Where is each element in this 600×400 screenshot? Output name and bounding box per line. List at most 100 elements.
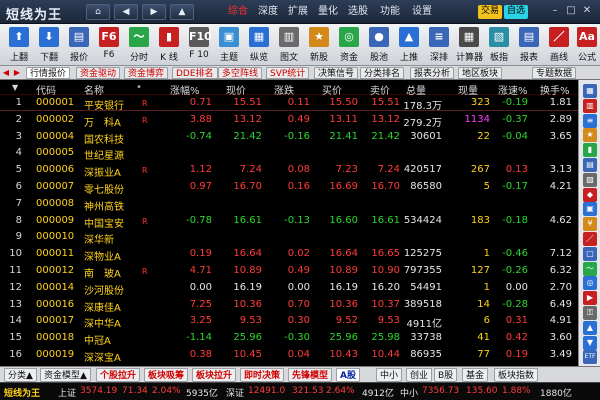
- toolbar-f6-button[interactable]: F6 F6: [96, 25, 122, 65]
- bottom-tab-5[interactable]: 即时决策: [240, 368, 285, 382]
- toolbar-calculator-button[interactable]: ▦ 计算器: [456, 25, 483, 65]
- bottom-tab-3[interactable]: 板块吸筹: [144, 368, 189, 382]
- bottom-tab-10[interactable]: B股: [434, 368, 458, 382]
- box-icon[interactable]: ▢: [583, 246, 597, 261]
- sz-label[interactable]: 深证: [226, 386, 244, 399]
- table-row[interactable]: 6 000007 零七股份 0.97 16.70 0.16 16.69 16.70 86580 5…: [0, 180, 578, 196]
- toolbar-report-button[interactable]: ▤ 报表: [516, 25, 542, 65]
- zx-label[interactable]: 中小: [400, 386, 418, 399]
- exit-icon[interactable]: ETF: [583, 350, 597, 365]
- bar-icon[interactable]: ▮: [583, 143, 597, 158]
- key-icon[interactable]: ⚿: [583, 306, 597, 320]
- column-header-10[interactable]: 涨速%: [498, 82, 528, 97]
- column-header-1[interactable]: 名称: [84, 82, 104, 97]
- table-row[interactable]: 5 000006 深振业A R 1.12 7.24 0.08 7.23 7.24 420517 26…: [0, 163, 578, 179]
- money-icon[interactable]: ¥: [583, 217, 597, 232]
- menu-item-6[interactable]: 设置: [412, 5, 432, 19]
- bottom-tab-1[interactable]: 资金模型▲: [40, 368, 91, 382]
- doc-icon[interactable]: ▧: [583, 172, 597, 187]
- calendar-icon[interactable]: ▣: [583, 202, 597, 217]
- bottom-tab-9[interactable]: 创业: [406, 368, 433, 382]
- toolbar-down-arrow-button[interactable]: ⬇ 下翻: [36, 25, 62, 65]
- toolbar-pool-button[interactable]: ● 股池: [366, 25, 392, 65]
- tab-8[interactable]: 报表分析: [410, 67, 455, 79]
- flag-icon[interactable]: ▶: [583, 291, 597, 306]
- tab-scroll-left-icon[interactable]: ◀: [1, 67, 11, 79]
- back-icon[interactable]: ◀: [114, 4, 138, 20]
- toolbar-formula-button[interactable]: Aa 公式: [574, 25, 600, 65]
- table-row[interactable]: 11 000012 南 玻A R 4.71 10.89 0.49 10.89 10.90 7973…: [0, 264, 578, 280]
- bottom-tab-7[interactable]: A股: [336, 368, 360, 382]
- toolbar-kline-button[interactable]: ▮ K 线: [156, 25, 182, 65]
- tab-9[interactable]: 地区板块: [458, 67, 503, 79]
- tag-icon[interactable]: ◆: [583, 187, 597, 202]
- trade-badge[interactable]: 交易: [478, 5, 503, 19]
- menu-item-4[interactable]: 选股: [348, 5, 368, 19]
- tab-5[interactable]: SVP统计: [266, 67, 310, 79]
- menu-item-2[interactable]: 扩展: [288, 5, 308, 19]
- table-row[interactable]: 10 000011 深物业A 0.19 16.64 0.02 16.64 16.65 12527…: [0, 247, 578, 263]
- column-header-3[interactable]: 涨幅%: [170, 82, 200, 97]
- column-header-11[interactable]: 换手%: [540, 82, 570, 97]
- column-header-4[interactable]: 现价: [226, 82, 246, 97]
- watchlist-badge[interactable]: 自选: [504, 5, 529, 19]
- tab-10[interactable]: 专题数据: [532, 67, 577, 79]
- toolbar-fund-button[interactable]: ◎ 资金: [336, 25, 362, 65]
- chart-icon[interactable]: ▥: [583, 98, 597, 113]
- menu-item-5[interactable]: 功能: [380, 5, 400, 19]
- table-row[interactable]: 2 000002 万 科A R 3.88 13.12 0.49 13.11 13.12 279.2…: [0, 113, 578, 129]
- table-row[interactable]: 13 000016 深康佳A 7.25 10.36 0.70 10.36 10.37 38951…: [0, 298, 578, 314]
- tab-3[interactable]: DDE排名: [172, 67, 218, 79]
- table-row[interactable]: 15 000018 中冠A -1.14 25.96 -0.30 25.96 25.98 3373…: [0, 331, 578, 347]
- tab-4[interactable]: 多空阵线: [218, 67, 263, 79]
- bottom-tab-6[interactable]: 先锋模型: [288, 368, 333, 382]
- bottom-tab-12[interactable]: 板块指数: [494, 368, 539, 382]
- table-row[interactable]: 9 000010 深华新: [0, 230, 578, 246]
- pen-icon[interactable]: ／: [583, 232, 597, 246]
- star-icon[interactable]: ★: [583, 128, 597, 143]
- home-icon[interactable]: ⌂: [86, 4, 110, 20]
- list-icon[interactable]: ≡: [583, 113, 597, 128]
- tab-1[interactable]: 资金驱动: [76, 67, 121, 79]
- table-row[interactable]: 7 000008 神州高铁: [0, 197, 578, 213]
- column-header-0[interactable]: 代码: [36, 82, 56, 97]
- toolbar-new-stock-button[interactable]: ★ 新股: [306, 25, 332, 65]
- column-header-2[interactable]: •: [136, 82, 142, 93]
- toolbar-quote-button[interactable]: ▤ 报价: [66, 25, 92, 65]
- toolbar-theme-button[interactable]: ▣ 主题: [216, 25, 242, 65]
- column-header-7[interactable]: 卖价: [370, 82, 390, 97]
- down-icon[interactable]: ▼: [583, 335, 597, 350]
- tab-2[interactable]: 资金博弈: [124, 67, 169, 79]
- tab-scroll-right-icon[interactable]: ▶: [12, 67, 22, 79]
- toolbar-draw-line-button[interactable]: ／ 画线: [546, 25, 572, 65]
- column-header-8[interactable]: 总量: [406, 82, 426, 97]
- tab-6[interactable]: 决策信号: [314, 67, 359, 79]
- sort-indicator-icon[interactable]: ▼: [12, 83, 18, 92]
- column-header-6[interactable]: 买价: [322, 82, 342, 97]
- bottom-tab-2[interactable]: 个股拉升: [96, 368, 141, 382]
- table-row[interactable]: 14 000017 深中华A 3.25 9.53 0.30 9.52 9.53 4911亿 6 0.…: [0, 314, 578, 330]
- shield-icon[interactable]: ◎: [583, 276, 597, 291]
- bottom-tab-11[interactable]: 基金: [462, 368, 489, 382]
- table-row[interactable]: 4 000005 世纪星源: [0, 146, 578, 162]
- toolbar-timeline-button[interactable]: 〜分时: [126, 25, 152, 65]
- line-icon[interactable]: 〜: [583, 261, 597, 276]
- grid-icon[interactable]: ▦: [583, 84, 597, 98]
- table-row[interactable]: 16 000019 深深宝A 0.38 10.45 0.04 10.43 10.44 86935…: [0, 348, 578, 364]
- menu-item-3[interactable]: 量化: [318, 5, 338, 19]
- table-icon[interactable]: ▤: [583, 158, 597, 172]
- table-row[interactable]: 8 000009 中国宝安 R -0.78 16.61 -0.13 16.60 16.61 534…: [0, 214, 578, 230]
- table-row[interactable]: 3 000004 国农科技 -0.74 21.42 -0.16 21.41 21.42 3060…: [0, 130, 578, 146]
- bottom-tab-0[interactable]: 分类▲: [4, 368, 37, 382]
- up-icon[interactable]: ▲: [583, 320, 597, 335]
- maximize-icon[interactable]: □: [564, 4, 578, 18]
- table-row[interactable]: 1 000001 平安银行 R 0.71 15.51 0.11 15.50 15.51 178.3…: [0, 96, 578, 112]
- forward-icon[interactable]: ▶: [142, 4, 166, 20]
- tab-0[interactable]: 行情报价: [26, 67, 71, 79]
- toolbar-overview-button[interactable]: ▦ 纵览: [246, 25, 272, 65]
- toolbar-index-button[interactable]: ▧ 板指: [486, 25, 512, 65]
- toolbar-push-up-button[interactable]: ▲ 上推: [396, 25, 422, 65]
- bottom-tab-4[interactable]: 板块拉升: [192, 368, 237, 382]
- tab-7[interactable]: 分类排名: [360, 67, 405, 79]
- toolbar-up-arrow-button[interactable]: ⬆ 上翻: [6, 25, 32, 65]
